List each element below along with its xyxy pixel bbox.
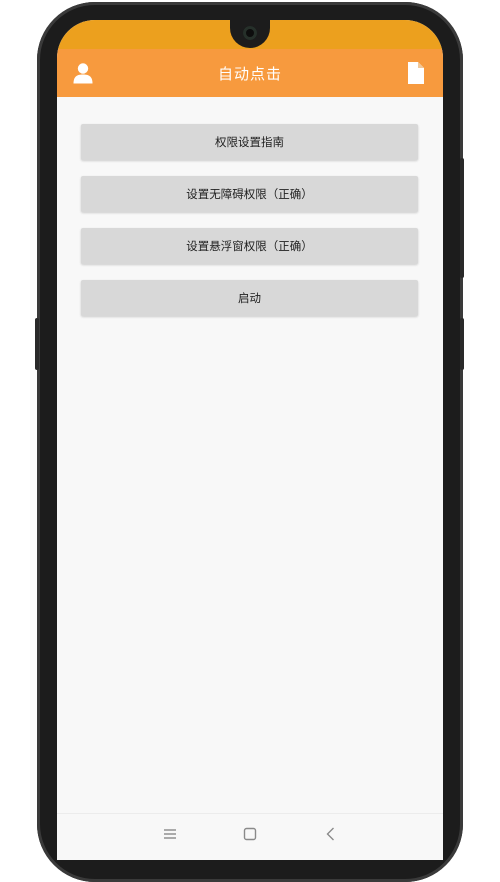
accessibility-permission-button[interactable]: 设置无障碍权限（正确） <box>81 176 418 212</box>
page-title: 自动点击 <box>217 65 282 83</box>
start-button[interactable]: 启动 <box>81 280 418 316</box>
menu-icon[interactable] <box>160 824 180 844</box>
front-camera <box>243 26 257 40</box>
permission-guide-button[interactable]: 权限设置指南 <box>81 124 418 160</box>
side-button-left <box>35 318 39 370</box>
navigation-bar <box>57 813 443 860</box>
toolbar: 自动点击 <box>57 49 443 97</box>
power-button <box>460 158 464 278</box>
document-icon[interactable] <box>407 61 425 85</box>
screen: 自动点击 权限设置指南 设置无障碍权限（正确） 设置悬浮窗权限（正确） 启动 <box>57 20 443 860</box>
home-icon[interactable] <box>240 824 260 844</box>
back-icon[interactable] <box>321 824 341 844</box>
overlay-permission-button[interactable]: 设置悬浮窗权限（正确） <box>81 228 418 264</box>
volume-button <box>460 318 464 370</box>
